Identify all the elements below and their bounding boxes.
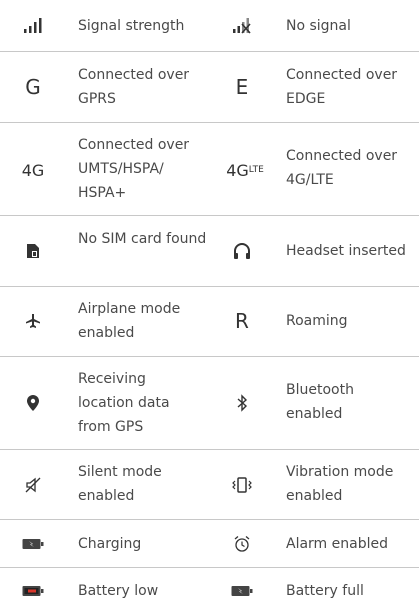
no-sim-icon [16,239,50,263]
table-row: Battery low Battery full [0,568,419,615]
icon-label: Connected over 4G/LTE [286,148,398,188]
signal-strength-icon [16,14,50,38]
icon-label: Connected over UMTS/HSPA/ HSPA+ [78,137,190,201]
4g-lte-main: 4G [226,160,249,180]
edge-icon: E [235,75,249,99]
icon-label: No SIM card found [78,231,207,247]
table-row: 4G Connected over UMTS/HSPA/ HSPA+ 4G LTE… [0,123,419,216]
table-row: No SIM card found Headset inserted [0,216,419,287]
table-row: Receiving location data from GPS Bluetoo… [0,357,419,450]
table-row: Signal strength No signal [0,0,419,52]
table-row: Airplane mode enabled R Roaming [0,287,419,357]
vibration-icon [225,473,259,497]
charging-battery-icon [16,532,50,556]
table-row: Silent mode enabled Vibration mode enabl… [0,450,419,520]
4g-lte-icon: 4G LTE [225,157,265,183]
table-row: G Connected over GPRS E Connected over E… [0,52,419,123]
battery-low-icon [16,579,50,603]
4g-lte-sup: LTE [248,165,264,175]
roaming-icon: R [235,309,249,333]
battery-full-icon [225,579,259,603]
icon-label: Airplane mode enabled [78,301,181,341]
icon-label: Headset inserted [286,243,406,259]
headset-icon [225,239,259,263]
icon-label: Signal strength [78,18,185,34]
icon-label: No signal [286,18,351,34]
icon-label: Bluetooth enabled [286,382,354,422]
icon-label: Roaming [286,313,348,329]
icon-label: Connected over EDGE [286,67,398,107]
table-row: Charging Alarm enabled [0,520,419,568]
gprs-icon: G [25,75,41,99]
4g-icon: 4G [21,160,45,180]
location-pin-icon [16,391,50,415]
silent-mode-icon [16,473,50,497]
bluetooth-icon [225,391,259,415]
status-icon-table: Signal strength No signal G Connected ov… [0,0,419,615]
alarm-clock-icon [225,532,259,556]
icon-label: Alarm enabled [286,536,388,552]
icon-label: Charging [78,536,142,552]
icon-label: Vibration mode enabled [286,464,394,504]
airplane-icon [16,309,50,333]
icon-label: Connected over GPRS [78,67,190,107]
icon-label: Silent mode enabled [78,464,162,504]
icon-label: Receiving location data from GPS [78,371,170,435]
no-signal-icon [225,14,259,38]
icon-label: Battery low [78,583,159,599]
icon-label: Battery full [286,583,364,599]
